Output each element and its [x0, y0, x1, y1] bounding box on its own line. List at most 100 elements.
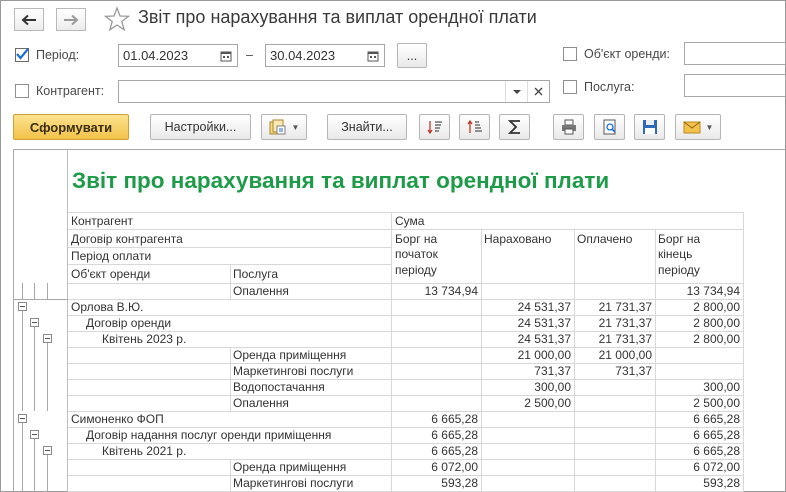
service-input[interactable] [684, 74, 786, 97]
table-row-label: Квітень 2021 р. [102, 444, 187, 458]
period-dash: – [246, 48, 253, 62]
back-button[interactable] [14, 8, 44, 31]
table-row-label: Договір оренди [86, 316, 172, 330]
cell-accrued: 24 531,37 [517, 316, 571, 330]
collapse-toggle-icon[interactable] [43, 334, 52, 343]
period-to-input[interactable]: 30.04.2023 [265, 44, 385, 67]
lease-object-checkbox[interactable] [563, 47, 577, 61]
cell-debt-end: 593,28 [703, 476, 740, 490]
forward-arrow-icon [64, 14, 79, 25]
collapse-toggle-icon[interactable] [18, 414, 27, 423]
header-period: Період оплати [71, 249, 152, 263]
email-button[interactable]: ▼ [675, 114, 721, 140]
table-row-label: Маркетингові послуги [233, 364, 354, 378]
calendar-to-button[interactable] [362, 45, 384, 66]
tree-connector [34, 327, 35, 411]
service-checkbox[interactable] [563, 80, 577, 94]
calendar-from-button[interactable] [215, 45, 237, 66]
row-divider [230, 347, 231, 363]
cell-paid: 21 731,37 [598, 332, 652, 346]
sort-asc-icon [466, 119, 482, 133]
collapse-toggle-icon[interactable] [43, 446, 52, 455]
table-row-label: Оренда приміщення [233, 348, 347, 362]
table-row-label: Симоненко ФОП [71, 412, 164, 426]
tree-connector [47, 283, 48, 299]
preview-button[interactable] [594, 114, 625, 140]
counterparty-checkbox[interactable] [15, 84, 29, 98]
email-icon [683, 121, 701, 133]
counterparty-dropdown-button[interactable] [505, 81, 527, 102]
cell-debt-start: 593,28 [441, 476, 478, 490]
header-contract: Договір контрагента [71, 232, 183, 246]
row-divider [230, 395, 231, 411]
cell-accrued: 24 531,37 [517, 300, 571, 314]
period-checkbox[interactable] [15, 48, 29, 62]
service-label: Послуга: [584, 80, 635, 94]
report-title: Звіт про нарахування та виплат орендної … [72, 168, 610, 193]
variants-button[interactable]: ▼ [261, 114, 307, 140]
table-row-label: Маркетингові послуги [233, 476, 354, 490]
sum-button[interactable] [499, 114, 530, 140]
header-sum: Сума [395, 214, 425, 228]
sum-icon [507, 120, 520, 134]
calendar-icon [220, 51, 232, 61]
cell-debt-start: 6 665,28 [431, 412, 478, 426]
cell-debt-end: 2 800,00 [693, 332, 740, 346]
cell-accrued: 731,37 [534, 364, 571, 378]
clear-icon [534, 87, 543, 96]
preview-icon [603, 119, 616, 135]
collapse-toggle-icon[interactable] [18, 302, 27, 311]
header-accrued: Нараховано [484, 232, 552, 246]
row-divider [230, 379, 231, 395]
tree-connector [22, 283, 23, 299]
cell-accrued: 24 531,37 [517, 332, 571, 346]
header-counterparty: Контрагент [71, 214, 134, 228]
grid-line [68, 212, 744, 213]
report-spreadsheet[interactable]: Звіт про нарахування та виплат орендної … [13, 149, 786, 492]
collapse-toggle-icon[interactable] [30, 430, 39, 439]
header-debt-end-1: Борг на [658, 232, 701, 246]
cell-accrued: 300,00 [534, 380, 571, 394]
cell-paid: 21 731,37 [598, 316, 652, 330]
period-select-button[interactable]: ... [397, 43, 427, 68]
cell-accrued: 21 000,00 [517, 348, 571, 362]
grid-line [743, 212, 744, 492]
cell-debt-end: 300,00 [703, 380, 740, 394]
calendar-icon [367, 51, 379, 61]
header-debt-end-3: періоду [658, 263, 700, 277]
sort-desc-button[interactable] [419, 114, 450, 140]
cell-debt-end: 2 800,00 [693, 300, 740, 314]
counterparty-clear-button[interactable] [527, 81, 549, 102]
star-icon[interactable] [104, 6, 130, 32]
tree-connector [47, 343, 48, 411]
tree-connector [22, 423, 23, 492]
table-row-label: Орлова В.Ю. [71, 300, 144, 314]
generate-button[interactable]: Сформувати [13, 114, 129, 140]
table-row-label: Оренда приміщення [233, 460, 347, 474]
save-button[interactable] [634, 114, 665, 140]
sort-desc-icon [426, 121, 442, 135]
counterparty-input[interactable] [118, 80, 550, 103]
period-from-input[interactable]: 01.04.2023 [118, 44, 238, 67]
save-icon [642, 120, 657, 134]
header-debt-end-2: кінець [658, 247, 693, 261]
forward-button[interactable] [56, 8, 86, 31]
print-button[interactable] [553, 114, 584, 140]
grid-line [230, 264, 231, 283]
counterparty-label: Контрагент: [36, 84, 105, 98]
find-button[interactable]: Знайти... [327, 114, 407, 140]
back-arrow-icon [21, 14, 36, 25]
period-from-value: 01.04.2023 [123, 48, 189, 63]
header-debt-start-2: початок [395, 247, 438, 261]
sort-asc-button[interactable] [459, 114, 490, 140]
cell-debt-end: 2 800,00 [693, 316, 740, 330]
grid-line [68, 247, 392, 248]
period-to-value: 30.04.2023 [270, 48, 336, 63]
table-row-label: Договір надання послуг оренди приміщення [86, 428, 332, 442]
row-divider [230, 475, 231, 491]
lease-object-input[interactable] [684, 42, 786, 65]
chevron-down-icon: ▼ [705, 122, 714, 132]
settings-button[interactable]: Настройки... [150, 114, 251, 140]
period-label: Період: [36, 48, 80, 62]
collapse-toggle-icon[interactable] [30, 318, 39, 327]
